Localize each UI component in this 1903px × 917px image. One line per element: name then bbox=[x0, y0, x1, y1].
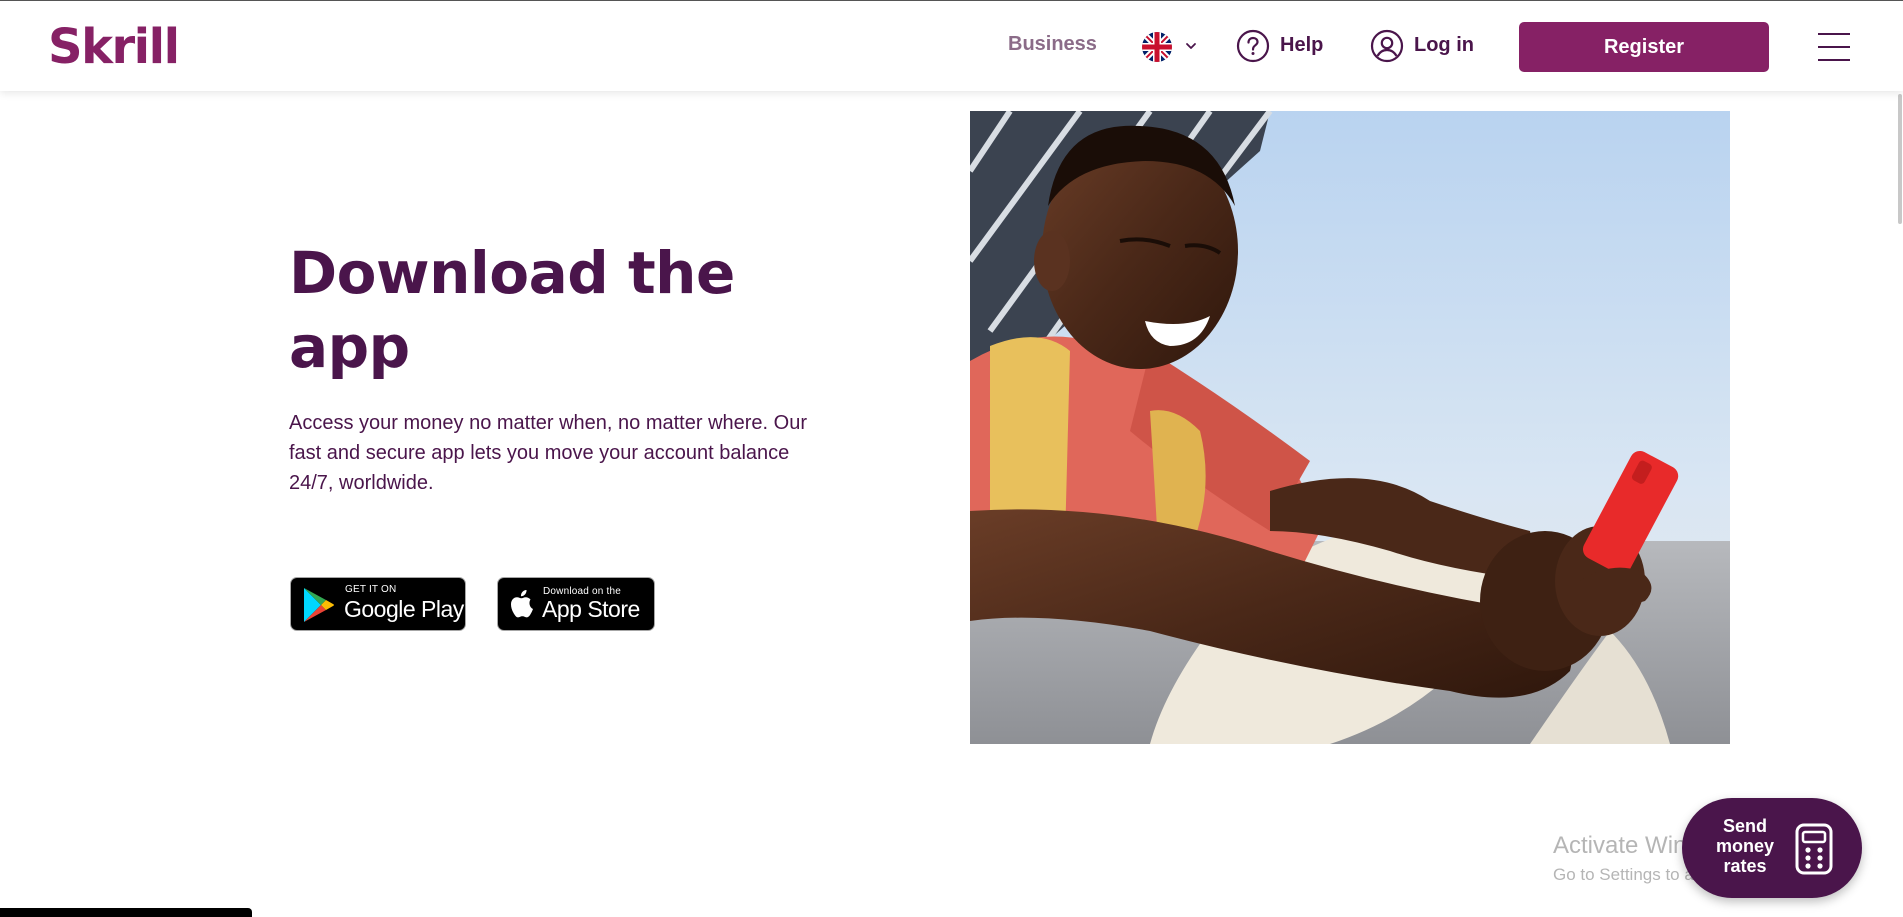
calculator-icon bbox=[1795, 823, 1833, 875]
status-bar bbox=[0, 908, 252, 917]
login-label: Log in bbox=[1414, 34, 1474, 56]
google-play-icon bbox=[304, 588, 334, 622]
app-store-big-text: App Store bbox=[542, 596, 640, 622]
skrill-logo[interactable]: Skrill bbox=[48, 21, 180, 73]
hero-photo-man-with-phone bbox=[970, 111, 1730, 744]
apple-icon bbox=[511, 590, 533, 618]
uk-flag-icon bbox=[1142, 32, 1172, 62]
google-play-button[interactable]: GET IT ON Google Play bbox=[290, 577, 466, 631]
register-button[interactable]: Register bbox=[1519, 22, 1769, 72]
help-label: Help bbox=[1280, 34, 1324, 56]
app-store-button[interactable]: Download on the App Store bbox=[497, 577, 655, 631]
language-selector[interactable] bbox=[1142, 31, 1202, 63]
hero-description: Access your money no matter when, no mat… bbox=[289, 412, 807, 494]
hamburger-menu-icon[interactable] bbox=[1818, 32, 1850, 62]
vertical-scrollbar[interactable] bbox=[1898, 94, 1902, 224]
help-icon bbox=[1236, 29, 1270, 63]
nav-login-link[interactable]: Log in bbox=[1370, 29, 1480, 65]
chevron-down-icon bbox=[1186, 43, 1196, 49]
hero-title: Download the app bbox=[289, 239, 735, 381]
nav-business-link[interactable]: Business bbox=[1008, 33, 1097, 56]
send-money-rates-label: Send money rates bbox=[1715, 816, 1775, 876]
site-header: Skrill Business Help Log in Register bbox=[0, 0, 1903, 91]
user-icon bbox=[1370, 29, 1404, 63]
google-play-big-text: Google Play bbox=[344, 596, 464, 622]
google-play-small-text: GET IT ON bbox=[345, 584, 397, 595]
send-money-rates-button[interactable]: Send money rates bbox=[1682, 798, 1862, 898]
